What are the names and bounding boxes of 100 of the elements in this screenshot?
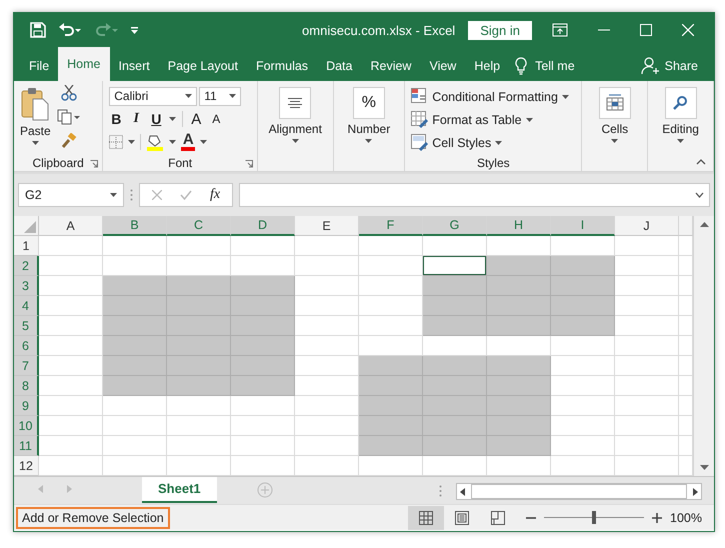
expand-chevron-icon[interactable] [695, 192, 704, 198]
close-icon[interactable] [682, 24, 694, 36]
ribbon-tab[interactable]: Formulas [246, 51, 318, 81]
view-button[interactable] [408, 506, 444, 530]
cell[interactable] [423, 436, 487, 456]
cell[interactable] [295, 296, 359, 316]
cell[interactable] [167, 416, 231, 436]
cell[interactable] [423, 316, 487, 336]
fill-color-icon[interactable] [146, 133, 164, 151]
row-header[interactable]: 7 [14, 356, 39, 376]
bold-button[interactable]: B [109, 111, 124, 127]
scroll-left-icon[interactable] [460, 488, 465, 496]
next-sheet-icon[interactable] [67, 485, 72, 493]
row-header[interactable]: 1 [14, 236, 39, 256]
cell[interactable] [551, 316, 615, 336]
column-header[interactable]: F [359, 216, 423, 236]
share-button[interactable]: Share [640, 51, 698, 81]
ribbon-tab[interactable]: Review [361, 51, 420, 81]
cell[interactable] [39, 416, 103, 436]
cell[interactable] [167, 376, 231, 396]
column-header[interactable]: H [487, 216, 551, 236]
cell[interactable] [615, 436, 679, 456]
styles-menu-item[interactable]: Cell Styles [411, 131, 502, 154]
collapse-ribbon-icon[interactable] [696, 159, 706, 165]
cell[interactable] [103, 336, 167, 356]
cell[interactable] [487, 276, 551, 296]
styles-menu-item[interactable]: Format as Table [411, 108, 533, 131]
cell[interactable] [231, 336, 295, 356]
cell[interactable] [551, 436, 615, 456]
cell[interactable] [551, 356, 615, 376]
cancel-icon[interactable] [152, 190, 162, 200]
cell[interactable] [487, 376, 551, 396]
cell[interactable] [103, 436, 167, 456]
column-header[interactable]: C [167, 216, 231, 236]
cell[interactable] [487, 316, 551, 336]
cell[interactable] [167, 436, 231, 456]
zoom-level[interactable]: 100% [670, 510, 702, 524]
formula-input[interactable] [239, 183, 710, 207]
cell[interactable] [551, 276, 615, 296]
previous-sheet-icon[interactable] [38, 485, 43, 493]
alignment-button[interactable]: Alignment [268, 85, 322, 154]
cell[interactable] [359, 376, 423, 396]
cell[interactable] [615, 276, 679, 296]
slider-thumb[interactable] [592, 511, 596, 524]
row-header[interactable]: 12 [14, 456, 39, 476]
cell[interactable] [423, 396, 487, 416]
cell[interactable] [551, 336, 615, 356]
row-header[interactable]: 5 [14, 316, 39, 336]
checkmark-icon[interactable] [180, 190, 192, 200]
cell[interactable] [167, 356, 231, 376]
cell[interactable] [167, 276, 231, 296]
ribbon-tab[interactable]: Data [317, 51, 362, 81]
column-header[interactable]: J [615, 216, 679, 236]
cell[interactable] [295, 316, 359, 336]
column-header[interactable]: I [551, 216, 615, 236]
cell[interactable] [615, 416, 679, 436]
cell[interactable] [551, 396, 615, 416]
cell[interactable] [167, 296, 231, 316]
ribbon-tab[interactable]: Insert [110, 51, 159, 81]
row-header[interactable]: 6 [14, 336, 39, 356]
cell[interactable] [231, 276, 295, 296]
cell[interactable] [103, 416, 167, 436]
cell[interactable] [551, 376, 615, 396]
cell[interactable] [103, 236, 167, 256]
vertical-scrollbar[interactable] [693, 216, 714, 476]
italic-button[interactable]: I [129, 111, 144, 127]
row-header[interactable]: 3 [14, 276, 39, 296]
cell[interactable] [39, 256, 103, 276]
font-name-dropdown[interactable]: Calibri [109, 86, 198, 106]
row-header[interactable]: 9 [14, 396, 39, 416]
cell[interactable] [423, 356, 487, 376]
select-all-corner[interactable] [14, 216, 39, 236]
cell[interactable] [231, 316, 295, 336]
increase-font-button[interactable]: A [189, 110, 204, 128]
dialog-launcher-icon[interactable] [244, 160, 253, 168]
row-header[interactable]: 2 [14, 256, 39, 276]
column-header[interactable] [679, 216, 693, 236]
row-header[interactable]: 11 [14, 436, 39, 456]
cell[interactable] [423, 296, 487, 316]
cell[interactable] [103, 296, 167, 316]
underline-button[interactable]: U [149, 111, 164, 127]
cell[interactable] [615, 256, 679, 276]
customize-icon[interactable] [130, 26, 139, 34]
font-color-button[interactable]: A [181, 133, 196, 151]
borders-icon[interactable] [109, 135, 124, 149]
scroll-right-icon[interactable] [693, 488, 698, 496]
cell[interactable] [103, 276, 167, 296]
cell[interactable] [167, 336, 231, 356]
ribbon-tab[interactable]: Page Layout [158, 51, 247, 81]
cell[interactable] [487, 416, 551, 436]
column-header[interactable]: A [39, 216, 103, 236]
cell[interactable] [615, 336, 679, 356]
cell[interactable] [615, 236, 679, 256]
horizontal-scrollbar[interactable] [456, 483, 702, 500]
cell[interactable] [167, 316, 231, 336]
ribbon-tab[interactable]: File [20, 51, 58, 81]
cell[interactable] [231, 236, 295, 256]
ribbon-tab[interactable]: View [420, 51, 466, 81]
name-box[interactable]: G2 [18, 183, 124, 207]
cell[interactable] [359, 396, 423, 416]
